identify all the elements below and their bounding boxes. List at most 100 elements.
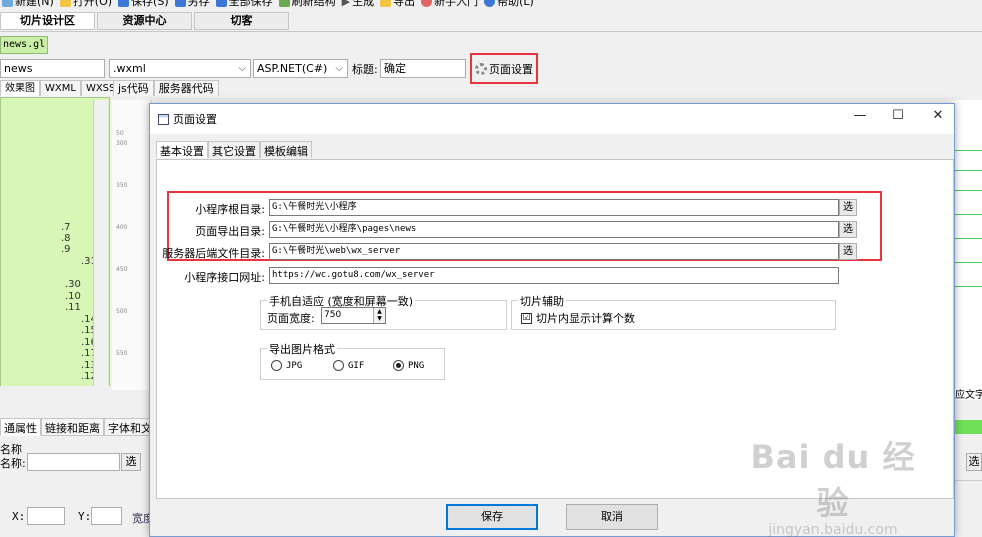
close-button[interactable]: ✕ [928,108,948,123]
tab-wxml[interactable]: WXML [40,80,81,96]
language-select[interactable]: ASP.NET(C#) [253,59,348,78]
x-input[interactable] [27,507,65,525]
guide-line [955,190,982,191]
vertical-ruler: 50 300 350 400 450 500 550 [112,100,152,390]
new-button[interactable]: 新建(N) [2,0,54,8]
refresh-icon [278,0,290,7]
language-select-value: ASP.NET(C#) [257,62,328,75]
toolbar: 新建(N) 打开(O) 保存(S) 另存 全部保存 刷新结构 ▶ 生成 导出 新手… [0,0,982,8]
tab-other-settings[interactable]: 其它设置 [208,141,260,158]
tree-item[interactable]: .30 [65,279,81,290]
gear-icon [475,62,487,75]
maximize-button[interactable]: ☐ [888,108,908,123]
guide-line [955,286,982,287]
novice-button[interactable]: 新手入门 [421,0,478,8]
right-strip [955,480,982,496]
guide-line [955,150,982,151]
server-dir-input[interactable]: G:\午餐时光\web\wx_server [269,243,839,260]
right-pick-button[interactable]: 选 [966,453,982,471]
tab-resource-center[interactable]: 资源中心 [97,12,192,30]
x-label: X: [12,510,26,523]
play-icon: ▶ [341,0,351,8]
save-button[interactable]: 保存 [446,504,538,530]
spin-up-icon: ▲ [377,308,382,315]
slice-group-title: 切片辅助 [518,293,566,309]
tree-item[interactable]: .11 [65,302,81,313]
show-count-label: 切片内显示计算个数 [536,312,635,325]
export-dir-input[interactable]: G:\午餐时光\小程序\pages\news [269,221,839,238]
export-format-title: 导出图片格式 [267,341,337,357]
baidu-watermark: Bai du 经验 jingyan.baidu.com [748,432,918,537]
save-button[interactable]: 保存(S) [118,0,169,8]
save-as-button[interactable]: 另存 [174,0,210,8]
minimize-button[interactable]: — [850,108,870,123]
property-tabs: 通属性 链接和距离 字体和文本 [0,418,167,436]
save-all-button[interactable]: 全部保存 [215,0,273,8]
generate-button[interactable]: ▶ 生成 [342,0,374,8]
save-as-label: 另存 [187,0,210,8]
tab-slicer[interactable]: 切客 [194,12,289,30]
new-icon [2,0,13,7]
page-settings-button[interactable]: 页面设置 [470,53,538,84]
tab-server-code[interactable]: 服务器代码 [153,80,219,96]
watermark-url: jingyan.baidu.com [768,522,898,537]
tab-common-props[interactable]: 通属性 [0,418,41,436]
radio-selected-icon [393,360,404,371]
radio-gif[interactable]: GIF [333,360,364,371]
title-input[interactable]: 确定 [380,59,466,78]
radio-icon [333,360,344,371]
root-dir-input[interactable]: G:\午餐时光\小程序 [269,199,839,216]
radio-jpg[interactable]: JPG [271,360,302,371]
page-name-input[interactable]: news [0,59,105,78]
root-dir-pick-button[interactable]: 选 [839,199,857,216]
tree-item[interactable]: .8 [61,233,71,244]
dialog-tabs: 基本设置 其它设置 模板编辑 [156,141,312,158]
tab-js[interactable]: js代码 [113,80,154,96]
element-name-input[interactable] [27,453,120,471]
refresh-label: 刷新结构 [291,0,336,8]
open-button[interactable]: 打开(O) [59,0,113,8]
page-width-spinner[interactable]: ▲ ▼ [373,308,385,323]
y-input[interactable] [91,507,122,525]
radio-jpg-label: JPG [286,360,303,371]
cancel-button[interactable]: 取消 [566,504,658,530]
folder-icon [59,0,71,7]
refresh-button[interactable]: 刷新结构 [278,0,336,8]
ruler-mark: 550 [116,350,128,357]
api-url-input[interactable]: https://wc.gotu8.com/wx_server [269,267,839,284]
tab-basic-settings[interactable]: 基本设置 [156,141,208,158]
wxml-select[interactable]: .wxml [109,59,251,78]
tab-link-distance[interactable]: 链接和距离 [41,418,104,436]
radio-png-label: PNG [408,360,425,371]
radio-icon [271,360,282,371]
tab-effect[interactable]: 效果图 [0,80,40,96]
ruler-mark: 350 [116,182,128,189]
tab-slice-design[interactable]: 切片设计区 [0,12,95,30]
tab-template-edit[interactable]: 模板编辑 [260,141,312,158]
dialog-title: 页面设置 [173,113,217,126]
page-settings-label: 页面设置 [489,62,533,76]
help-button[interactable]: 帮助(L) [484,0,534,8]
guide-line [955,214,982,215]
tree-item[interactable]: .7 [61,222,71,233]
show-count-checkbox[interactable]: ☑ 切片内显示计算个数 [521,310,635,326]
save-label: 保存(S) [131,0,169,8]
server-dir-pick-button[interactable]: 选 [839,243,857,260]
root-dir-label: 小程序根目录: [195,203,265,216]
radio-png[interactable]: PNG [393,360,424,371]
api-url-label: 小程序接口网址: [184,271,265,284]
tree-scrollbar[interactable] [93,100,108,386]
right-green-bar [955,420,982,434]
name-pick-button[interactable]: 选 [121,453,141,471]
tree-item[interactable]: .10 [65,291,81,302]
export-button[interactable]: 导出 [380,0,415,8]
tree-item[interactable]: .9 [61,244,71,255]
file-tab[interactable]: news.gl [0,36,48,54]
open-label: 打开(O) [72,0,113,8]
save-all-label: 全部保存 [228,0,273,8]
main-tabs: 切片设计区 资源中心 切客 [0,12,982,32]
spin-down-icon: ▼ [377,315,382,322]
ruler-mark: 300 [116,140,128,147]
export-dir-pick-button[interactable]: 选 [839,221,857,238]
tree-hscrollbar[interactable] [0,386,110,403]
